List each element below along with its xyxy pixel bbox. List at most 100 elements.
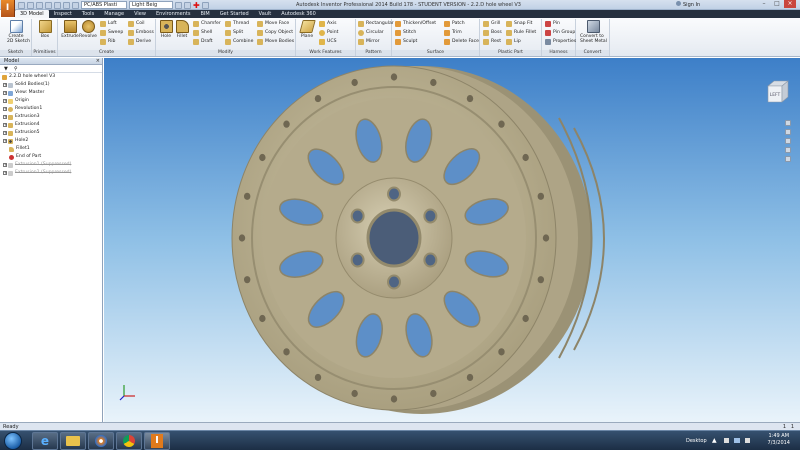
create-2d-sketch-button[interactable]: Create 2D Sketch [7, 20, 30, 44]
tab-inspect[interactable]: Inspect [49, 10, 77, 18]
shell-button[interactable]: Shell [193, 28, 212, 37]
browser-title[interactable]: Model [4, 58, 19, 65]
emboss-button[interactable]: Emboss [128, 28, 154, 37]
expand-icon[interactable]: + [3, 131, 7, 135]
tab-autodesk-360[interactable]: Autodesk 360 [276, 10, 321, 18]
find-icon[interactable]: ⚲ [14, 66, 18, 72]
delete-face-button[interactable]: Delete Face [444, 37, 479, 46]
ucs-button[interactable]: UCS [319, 37, 337, 46]
loft-button[interactable]: Loft [100, 19, 117, 28]
move-face-button[interactable]: Move Face [257, 19, 289, 28]
expand-icon[interactable]: + [3, 107, 7, 111]
properties-button[interactable]: Properties [545, 37, 576, 46]
rectangular-button[interactable]: Rectangular [358, 19, 394, 28]
grill-button[interactable]: Grill [483, 19, 500, 28]
steering-wheel-icon[interactable] [785, 120, 791, 126]
snap-fit-button[interactable]: Snap Fit [506, 19, 532, 28]
viewcube[interactable]: LEFT [764, 80, 790, 104]
tab-tools[interactable]: Tools [77, 10, 99, 18]
taskbar-chrome[interactable] [116, 432, 142, 450]
expand-icon[interactable]: + [3, 171, 7, 175]
tab-3d-model[interactable]: 3D Model [15, 10, 49, 18]
clear-appearance-icon[interactable] [175, 1, 182, 9]
tray-arrow-icon[interactable]: ▲ [712, 437, 717, 444]
extrude-button[interactable]: Extrude [61, 20, 79, 39]
filter-icon[interactable]: ▼ [4, 66, 8, 72]
mirror-button[interactable]: Mirror [358, 37, 380, 46]
taskbar-ie[interactable]: e [32, 432, 58, 450]
look-at-icon[interactable] [785, 156, 791, 162]
pin-button[interactable]: Pin [545, 19, 560, 28]
taskbar-media-player[interactable] [88, 432, 114, 450]
expand-icon[interactable]: + [3, 115, 7, 119]
axis-button[interactable]: Axis [319, 19, 337, 28]
draft-button[interactable]: Draft [193, 37, 213, 46]
tree-item-view-master[interactable]: + View: Master [3, 89, 44, 97]
redo-icon[interactable] [54, 1, 61, 9]
tree-item-fillet1[interactable]: Fillet1 [9, 145, 30, 153]
tree-item-end-of-part[interactable]: End of Part [9, 153, 41, 161]
save-icon[interactable] [36, 1, 43, 9]
network-icon[interactable] [734, 438, 740, 443]
point-button[interactable]: Point [319, 28, 338, 37]
expand-icon[interactable]: + [3, 83, 7, 87]
trim-button[interactable]: Trim [444, 28, 462, 37]
application-menu-button[interactable]: I [1, 0, 15, 17]
zoom-icon[interactable] [785, 138, 791, 144]
expand-icon[interactable]: + [3, 123, 7, 127]
tree-item-extrusion4[interactable]: + Extrusion4 [3, 121, 40, 129]
tab-vault[interactable]: Vault [254, 10, 277, 18]
tree-item-solid-bodies[interactable]: + Solid Bodies(1) [3, 81, 50, 89]
tree-item-extrusion1-suppressed[interactable]: + Extrusion1 (Suppressed) [3, 161, 71, 169]
flag-icon[interactable] [724, 438, 729, 443]
new-icon[interactable] [18, 1, 25, 9]
copy-object-button[interactable]: Copy Object [257, 28, 293, 37]
stitch-button[interactable]: Stitch [395, 28, 416, 37]
thicken-offset-button[interactable]: Thicken/Offset [395, 19, 436, 28]
select-icon[interactable] [72, 1, 79, 9]
tree-item-revolution1[interactable]: + Revolution1 [3, 105, 42, 113]
thread-button[interactable]: Thread [225, 19, 249, 28]
chamfer-button[interactable]: Chamfer [193, 19, 221, 28]
tree-item-extrusion2-suppressed[interactable]: + Extrusion2 (Suppressed) [3, 169, 71, 177]
expand-icon[interactable]: + [3, 99, 7, 103]
move-bodies-button[interactable]: Move Bodies [257, 37, 294, 46]
patch-button[interactable]: Patch [444, 19, 465, 28]
convert-to-sheet-metal-button[interactable]: Convert to Sheet Metal [580, 20, 607, 44]
combine-button[interactable]: Combine [225, 37, 253, 46]
add-icon[interactable]: ✚ [193, 1, 200, 9]
wheel-model[interactable] [104, 58, 800, 422]
box-button[interactable]: Box [36, 20, 54, 39]
circular-button[interactable]: Circular [358, 28, 384, 37]
tree-item-extrusion5[interactable]: + Extrusion5 [3, 129, 40, 137]
derive-button[interactable]: Derive [128, 37, 151, 46]
graphics-window[interactable]: LEFT [104, 58, 800, 422]
sculpt-button[interactable]: Sculpt [395, 37, 417, 46]
tab-manage[interactable]: Manage [99, 10, 129, 18]
tab-environments[interactable]: Environments [151, 10, 196, 18]
plane-button[interactable]: Plane [298, 20, 316, 39]
rib-button[interactable]: Rib [100, 37, 115, 46]
coil-button[interactable]: Coil [128, 19, 145, 28]
appearance-select[interactable]: Light Beig [129, 1, 173, 9]
volume-icon[interactable] [745, 438, 750, 443]
taskbar-explorer[interactable] [60, 432, 86, 450]
boss-button[interactable]: Boss [483, 28, 502, 37]
tab-bim[interactable]: BIM [195, 10, 214, 18]
undo-icon[interactable] [45, 1, 52, 9]
open-icon[interactable] [27, 1, 34, 9]
pan-icon[interactable] [785, 129, 791, 135]
lip-button[interactable]: Lip [506, 37, 521, 46]
tree-item-extrusion3[interactable]: + Extrusion3 [3, 113, 40, 121]
expand-icon[interactable]: + [3, 91, 7, 95]
taskbar-inventor[interactable]: I [144, 432, 170, 450]
pin-group-button[interactable]: Pin Group [545, 28, 575, 37]
revolve-button[interactable]: Revolve [79, 20, 97, 39]
adjust-icon[interactable] [184, 1, 191, 9]
tree-item-hole2[interactable]: + Hole2 [3, 137, 28, 145]
system-clock[interactable]: 1:49 AM 7/3/2014 [768, 433, 790, 447]
minimize-button[interactable]: – [758, 0, 770, 8]
fillet-button[interactable]: Fillet [173, 20, 191, 39]
tree-item-origin[interactable]: + Origin [3, 97, 29, 105]
expand-icon[interactable]: + [3, 163, 7, 167]
